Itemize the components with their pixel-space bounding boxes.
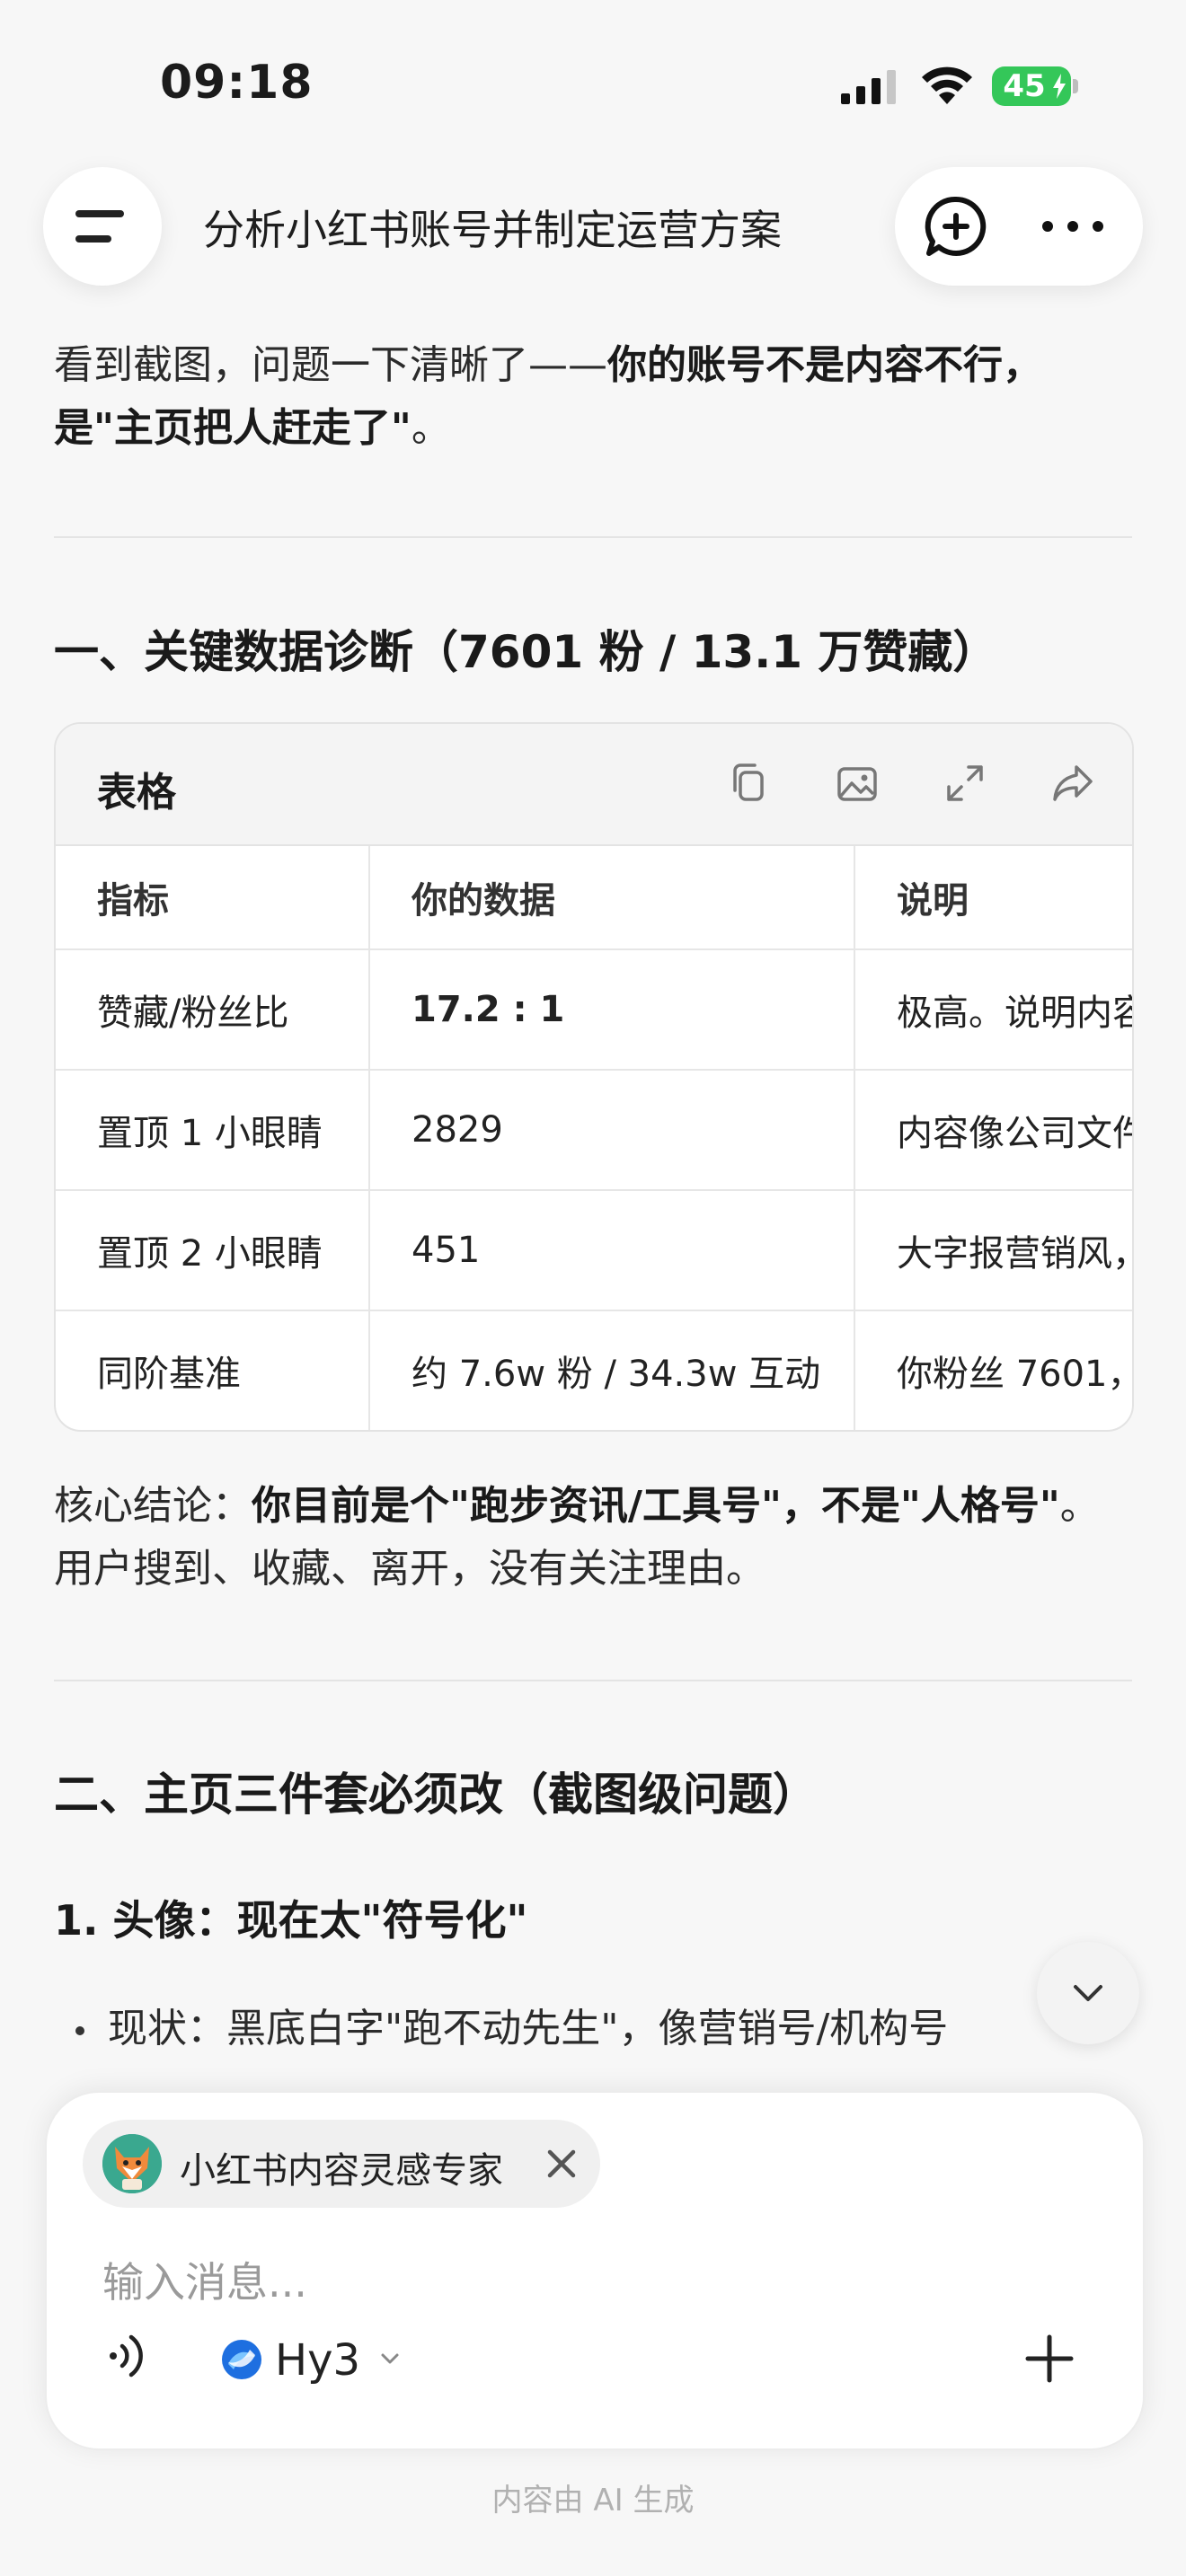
table-header-row: 指标 你的数据 说明 — [56, 846, 1132, 950]
plus-icon[interactable] — [1022, 2332, 1076, 2386]
status-time: 09:18 — [160, 56, 314, 110]
table-cell: 内容像公司文件 — [897, 1113, 1132, 1154]
agent-name: 小红书内容灵感专家 — [180, 2150, 503, 2192]
table-label: 表格 — [97, 770, 176, 816]
share-icon[interactable] — [1049, 760, 1096, 807]
intro-paragraph: 看到截图，问题一下清晰了——你的账号不是内容不行，是"主页把人赶走了"。 — [54, 334, 1132, 460]
expand-icon[interactable] — [942, 760, 988, 807]
wifi-icon — [922, 66, 972, 104]
divider — [54, 1680, 1132, 1681]
battery-cap — [1073, 79, 1078, 93]
battery-indicator: 45 — [992, 66, 1071, 106]
menu-icon-bar — [75, 235, 111, 243]
model-name: Hy3 — [275, 2335, 361, 2386]
column-header: 说明 — [897, 880, 969, 922]
conclusion-prefix: 核心结论： — [54, 1483, 252, 1529]
ai-disclaimer: 内容由 AI 生成 — [491, 2483, 695, 2519]
conclusion-bold: 你目前是个"跑步资讯/工具号"，不是"人格号" — [252, 1483, 1060, 1529]
table-cell: 极高。说明内容 — [897, 992, 1132, 1034]
header-actions — [895, 167, 1143, 286]
voice-icon[interactable] — [101, 2328, 156, 2384]
copy-icon[interactable] — [726, 760, 773, 807]
chevron-down-icon — [381, 2353, 399, 2364]
charging-bolt-icon — [1053, 74, 1066, 99]
new-chat-icon[interactable] — [924, 194, 988, 259]
bullet-item: 现状：黑底白字"跑不动先生"，像营销号/机构号 — [108, 2006, 949, 2051]
agent-chip[interactable]: 小红书内容灵感专家 — [83, 2120, 600, 2208]
battery-level: 45 — [1003, 68, 1046, 104]
table-row: 置顶 1 小眼睛 2829 内容像公司文件 — [56, 1071, 1132, 1191]
table-row: 赞藏/粉丝比 17.2 : 1 极高。说明内容 — [56, 950, 1132, 1071]
table-cell: 约 7.6w 粉 / 34.3w 互动 — [370, 1311, 855, 1430]
close-icon[interactable] — [541, 2143, 582, 2184]
agent-avatar — [102, 2134, 162, 2193]
bullet-dot — [75, 2026, 84, 2035]
fox-avatar-icon — [102, 2134, 162, 2193]
table-row: 置顶 2 小眼睛 451 大字报营销风， — [56, 1191, 1132, 1311]
menu-icon — [75, 210, 124, 217]
page-title: 分析小红书账号并制定运营方案 — [203, 206, 782, 254]
image-export-icon[interactable] — [834, 760, 881, 807]
menu-button[interactable] — [43, 167, 162, 286]
table-cell: 451 — [370, 1191, 855, 1310]
divider — [54, 536, 1132, 538]
intro-text: 看到截图，问题一下清晰了—— — [54, 342, 607, 388]
chevron-down-icon — [1074, 1985, 1102, 2001]
table-cell: 赞藏/粉丝比 — [56, 950, 370, 1069]
section-heading-2: 二、主页三件套必须改（截图级问题） — [54, 1769, 818, 1821]
table-row: 同阶基准 约 7.6w 粉 / 34.3w 互动 你粉丝 7601， — [56, 1311, 1132, 1430]
subsection-heading: 1. 头像：现在太"符号化" — [54, 1896, 528, 1945]
more-icon[interactable] — [1039, 214, 1107, 239]
model-logo-icon — [222, 2340, 261, 2379]
table-cell: 置顶 2 小眼睛 — [56, 1191, 370, 1310]
model-selector[interactable]: Hy3 — [221, 2330, 428, 2386]
column-header: 指标 — [56, 846, 370, 948]
data-table-card: 表格 指标 你的数据 说明 赞藏/粉丝比 17.2 : 1 极高。说明内容 置顶… — [54, 722, 1134, 1432]
intro-end: 。 — [411, 405, 451, 451]
conclusion-paragraph: 核心结论：你目前是个"跑步资讯/工具号"，不是"人格号"。用户搜到、收藏、离开，… — [54, 1475, 1132, 1601]
column-header: 你的数据 — [370, 846, 855, 948]
scroll-to-bottom-button[interactable] — [1037, 1942, 1139, 2044]
section-heading-1: 一、关键数据诊断（7601 粉 / 13.1 万赞藏） — [54, 626, 998, 678]
cellular-signal-icon — [841, 70, 896, 104]
table-cell: 2829 — [370, 1071, 855, 1189]
message-input[interactable] — [101, 2245, 1093, 2319]
table-cell: 你粉丝 7601， — [897, 1354, 1132, 1395]
table-cell: 大字报营销风， — [897, 1233, 1132, 1275]
table-cell: 同阶基准 — [56, 1311, 370, 1430]
message-composer: 小红书内容灵感专家 Hy3 — [45, 2091, 1145, 2450]
table-cell: 置顶 1 小眼睛 — [56, 1071, 370, 1189]
table-toolbar: 表格 — [56, 724, 1132, 846]
table-cell: 17.2 : 1 — [370, 950, 855, 1069]
